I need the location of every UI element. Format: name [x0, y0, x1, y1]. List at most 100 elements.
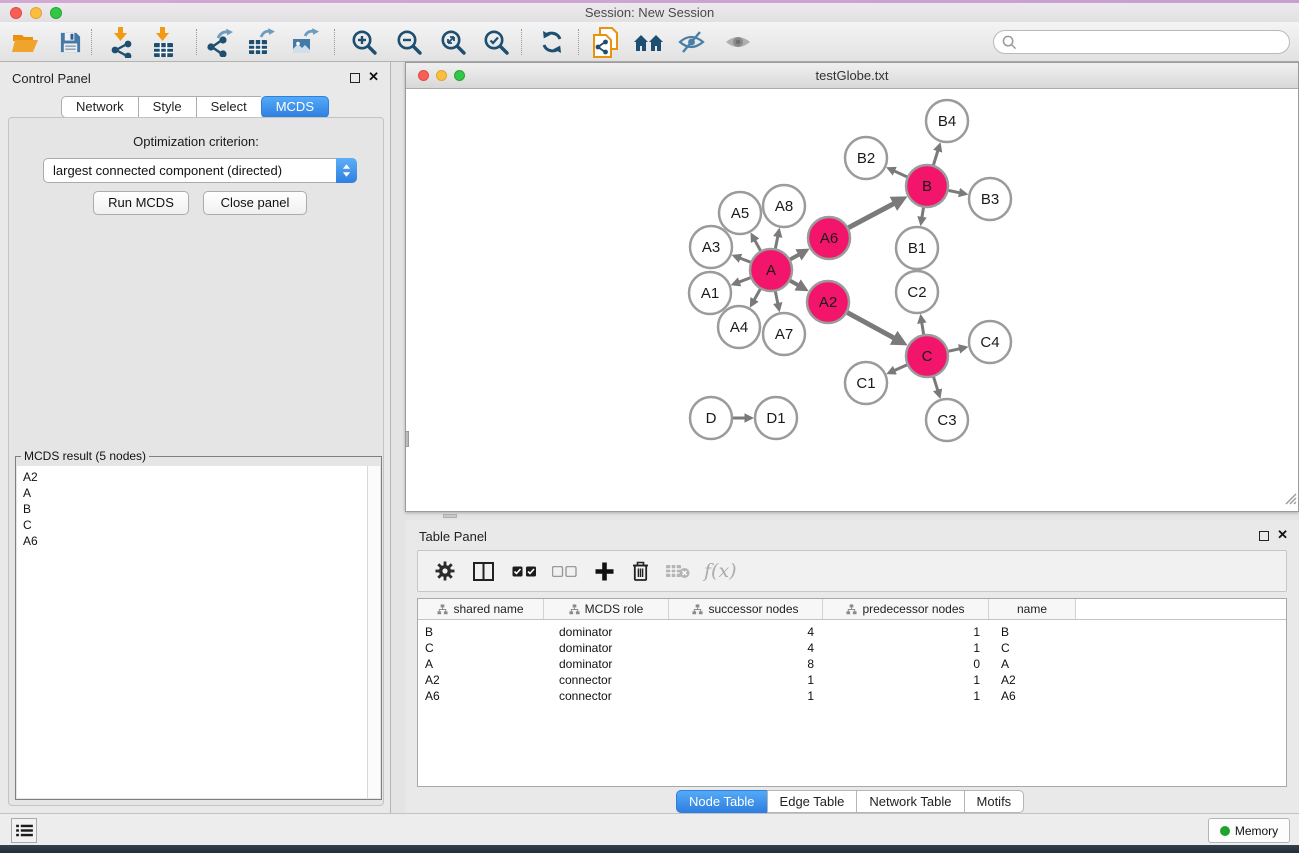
- column-header[interactable]: shared name: [418, 599, 544, 619]
- tab-style[interactable]: Style: [138, 96, 196, 118]
- show-all-icon[interactable]: [722, 26, 754, 58]
- maximize-window-button[interactable]: [454, 70, 465, 81]
- import-network-icon[interactable]: [105, 26, 137, 58]
- hide-selected-icon[interactable]: [675, 26, 707, 58]
- tab-motifs[interactable]: Motifs: [964, 790, 1025, 813]
- graph-edge-C-C3[interactable]: [933, 376, 938, 391]
- mcds-result-list[interactable]: A2 A B C A6: [17, 466, 380, 798]
- graph-node-A5[interactable]: A5: [719, 192, 761, 234]
- zoom-in-icon[interactable]: [348, 26, 380, 58]
- graph-edge-A-A1[interactable]: [739, 277, 752, 282]
- table-row[interactable]: Adominator80A: [418, 656, 1286, 672]
- list-item[interactable]: A2: [17, 469, 380, 485]
- column-header[interactable]: successor nodes: [669, 599, 823, 619]
- tab-select[interactable]: Select: [196, 96, 261, 118]
- export-table-icon[interactable]: [245, 26, 277, 58]
- table-settings-icon[interactable]: [435, 556, 455, 586]
- graph-node-A1[interactable]: A1: [689, 272, 731, 314]
- delete-table-icon[interactable]: [665, 556, 690, 586]
- duplicate-network-icon[interactable]: [589, 26, 621, 58]
- export-image-icon[interactable]: [289, 26, 321, 58]
- refresh-icon[interactable]: [536, 26, 568, 58]
- add-column-icon[interactable]: [595, 556, 614, 586]
- graph-edge-C-C4[interactable]: [947, 349, 960, 352]
- save-session-icon[interactable]: [54, 26, 86, 58]
- import-table-icon[interactable]: [147, 26, 179, 58]
- graph-node-A[interactable]: A: [750, 249, 792, 291]
- graph-node-C[interactable]: C: [906, 335, 948, 377]
- graph-node-D[interactable]: D: [690, 397, 732, 439]
- search-box[interactable]: [993, 30, 1290, 54]
- task-history-button[interactable]: [11, 818, 37, 843]
- memory-button[interactable]: Memory: [1208, 818, 1290, 843]
- close-panel-icon[interactable]: ✕: [1277, 527, 1288, 543]
- graph-node-C2[interactable]: C2: [896, 271, 938, 313]
- graph-edge-A-A5[interactable]: [755, 240, 761, 252]
- graph-node-A4[interactable]: A4: [718, 306, 760, 348]
- graph-edge-A-A4[interactable]: [754, 288, 761, 300]
- tab-network[interactable]: Network: [61, 96, 138, 118]
- open-file-icon[interactable]: [9, 26, 41, 58]
- minimize-window-button[interactable]: [30, 7, 42, 19]
- network-left-splitter-handle[interactable]: [405, 431, 409, 447]
- function-builder-icon[interactable]: f(x): [704, 556, 737, 586]
- graph-edge-B-B2[interactable]: [894, 171, 908, 177]
- horizontal-splitter-handle[interactable]: [443, 514, 457, 518]
- graph-node-B4[interactable]: B4: [926, 100, 968, 142]
- graph-edge-A-A8[interactable]: [775, 236, 778, 249]
- minimize-window-button[interactable]: [436, 70, 447, 81]
- graph-edge-C-C2[interactable]: [922, 322, 924, 335]
- graph-edge-A-A6[interactable]: [789, 254, 799, 260]
- show-columns-icon[interactable]: [473, 556, 494, 586]
- close-panel-icon[interactable]: ✕: [368, 69, 379, 85]
- list-scrollbar[interactable]: [367, 466, 380, 798]
- column-header[interactable]: MCDS role: [544, 599, 669, 619]
- tab-mcds[interactable]: MCDS: [261, 96, 329, 118]
- graph-node-A3[interactable]: A3: [690, 226, 732, 268]
- node-table[interactable]: shared name MCDS role successor nodes pr…: [417, 598, 1287, 787]
- graph-edge-B-B1[interactable]: [922, 207, 924, 218]
- column-header[interactable]: name: [989, 599, 1076, 619]
- select-all-icon[interactable]: [512, 556, 537, 586]
- close-window-button[interactable]: [418, 70, 429, 81]
- export-network-icon[interactable]: [203, 26, 235, 58]
- list-item[interactable]: B: [17, 501, 380, 517]
- run-mcds-button[interactable]: Run MCDS: [93, 191, 189, 215]
- criterion-dropdown[interactable]: largest connected component (directed): [43, 158, 357, 183]
- graph-node-B1[interactable]: B1: [896, 227, 938, 269]
- close-window-button[interactable]: [10, 7, 22, 19]
- graph-edge-C-C1[interactable]: [894, 364, 908, 370]
- table-row[interactable]: A2connector11A2: [418, 672, 1286, 688]
- delete-column-icon[interactable]: [632, 556, 649, 586]
- table-row[interactable]: Cdominator41C: [418, 640, 1286, 656]
- graph-node-A7[interactable]: A7: [763, 313, 805, 355]
- first-neighbors-icon[interactable]: [632, 26, 664, 58]
- graph-edge-B-B3[interactable]: [948, 190, 960, 193]
- window-resize-grip[interactable]: [1284, 492, 1297, 510]
- list-item[interactable]: C: [17, 517, 380, 533]
- graph-node-D1[interactable]: D1: [755, 397, 797, 439]
- deselect-all-icon[interactable]: [552, 556, 577, 586]
- zoom-selected-icon[interactable]: [480, 26, 512, 58]
- network-window-titlebar[interactable]: testGlobe.txt: [406, 63, 1298, 89]
- float-panel-icon[interactable]: [1259, 531, 1269, 541]
- float-panel-icon[interactable]: [350, 73, 360, 83]
- network-graph[interactable]: B4B2BB3A8A5A6A3B1AA1C2A2A4A7C4CC1C3DD1: [406, 90, 1298, 511]
- tab-network-table[interactable]: Network Table: [856, 790, 963, 813]
- graph-node-B[interactable]: B: [906, 165, 948, 207]
- graph-node-C1[interactable]: C1: [845, 362, 887, 404]
- graph-edge-A-A3[interactable]: [740, 258, 752, 262]
- graph-edge-A2-C[interactable]: [846, 312, 895, 338]
- graph-node-C4[interactable]: C4: [969, 321, 1011, 363]
- column-header[interactable]: predecessor nodes: [823, 599, 989, 619]
- search-input[interactable]: [1022, 35, 1289, 49]
- tab-node-table[interactable]: Node Table: [676, 790, 767, 813]
- graph-edge-A6-B[interactable]: [848, 203, 895, 228]
- graph-node-B3[interactable]: B3: [969, 178, 1011, 220]
- graph-edge-A-A2[interactable]: [789, 280, 798, 285]
- graph-edge-A-A7[interactable]: [775, 291, 778, 304]
- maximize-window-button[interactable]: [50, 7, 62, 19]
- list-item[interactable]: A: [17, 485, 380, 501]
- close-panel-button[interactable]: Close panel: [203, 191, 307, 215]
- table-row[interactable]: Bdominator41B: [418, 624, 1286, 640]
